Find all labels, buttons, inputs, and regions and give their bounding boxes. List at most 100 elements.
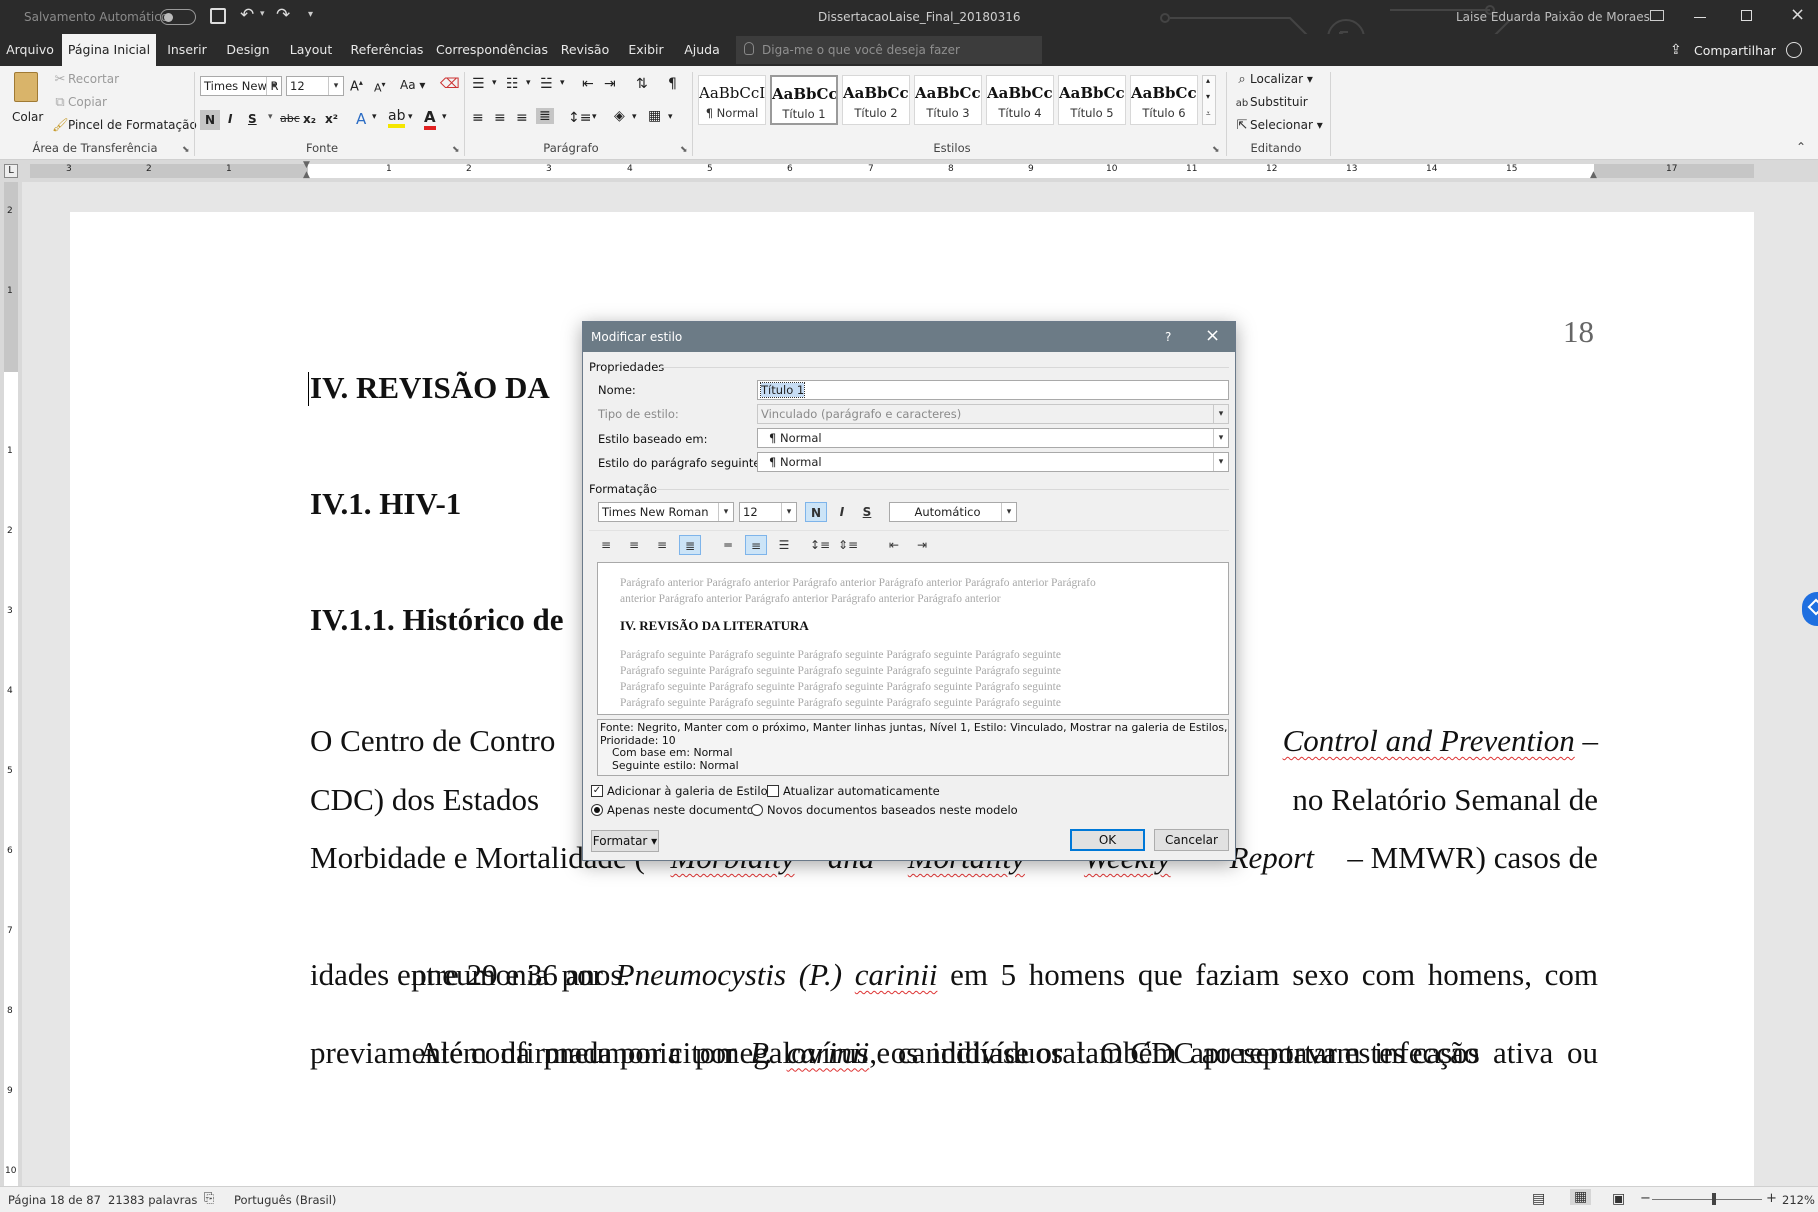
text-effects-icon[interactable]: A [356,110,366,128]
styles-scroll[interactable]: ▴ ▾ ⩡ [1202,75,1216,125]
space-before-icon[interactable]: ↕≡ [809,535,831,555]
styles-more-icon[interactable]: ⩡ [1206,109,1211,119]
styles-up-icon[interactable]: ▴ [1206,76,1210,85]
clear-formatting-icon[interactable]: ⌫ [440,76,460,92]
multilevel-list-icon[interactable]: ☱ [540,76,553,92]
tell-me-box[interactable]: Diga-me o que você deseja fazer [736,36,1042,64]
print-layout-icon[interactable]: ▦ [1570,1189,1592,1205]
tab-pagina-inicial[interactable]: Página Inicial [62,34,156,66]
dialog-increase-indent-icon[interactable]: ⇥ [911,535,933,555]
word-count[interactable]: 21383 palavras [108,1193,197,1207]
read-mode-icon[interactable]: ▤ [1532,1191,1545,1207]
replace-button[interactable]: ab Substituir [1234,95,1308,109]
align-center-icon[interactable]: ≡ [494,110,506,126]
text-effects-dropdown-icon[interactable]: ▾ [372,112,377,122]
subscript-button[interactable]: x₂ [303,112,316,126]
bold-button[interactable]: N [200,110,220,130]
dialog-color-select[interactable]: Automático ▾ [889,502,1017,522]
shading-icon[interactable]: ◈ [614,108,625,124]
change-case-button[interactable]: Aa ▾ [400,78,425,92]
collapse-ribbon-icon[interactable]: ⌃ [1796,140,1806,154]
format-painter-button[interactable]: 🖌Pincel de Formatação [52,118,197,133]
style-normal[interactable]: AaBbCcI ¶ Normal [698,75,766,125]
paste-button[interactable]: Colar [10,70,43,132]
tab-revisao[interactable]: Revisão [554,34,616,66]
auto-update-label[interactable]: Atualizar automaticamente [783,784,940,798]
undo-icon[interactable]: ↶ [240,5,254,25]
find-button[interactable]: ⌕ Localizar ▾ [1234,72,1313,87]
align-right-icon[interactable]: ≡ [516,110,528,126]
decrease-indent-icon[interactable]: ⇤ [582,76,594,92]
styles-launcher-icon[interactable]: ⬊ [1212,145,1220,155]
style-titulo-5[interactable]: AaBbCcl Título 5 [1058,75,1126,125]
maximize-icon[interactable] [1741,10,1752,21]
tab-correspondencias[interactable]: Correspondências [434,34,550,66]
styles-down-icon[interactable]: ▾ [1206,92,1210,101]
font-name-box[interactable]: Times New R ▾ [200,76,282,96]
tab-exibir[interactable]: Exibir [620,34,672,66]
style-titulo-6[interactable]: AaBbCcl Título 6 [1130,75,1198,125]
add-to-gallery-checkbox[interactable]: ✓ [591,785,603,797]
align-left-icon[interactable]: ≡ [472,110,484,126]
dialog-bold-button[interactable]: N [805,502,827,522]
highlight-dropdown-icon[interactable]: ▾ [408,112,413,122]
shrink-font-button[interactable]: A▾ [374,80,386,95]
paragraph-2[interactable]: Além da pneumonia por P. carinii, os ind… [310,965,1598,1082]
zoom-in-button[interactable]: + [1766,1191,1777,1206]
tab-arquivo[interactable]: Arquivo [0,34,60,66]
tab-inserir[interactable]: Inserir [160,34,214,66]
grow-font-button[interactable]: A▴ [350,78,363,94]
dialog-align-right-icon[interactable]: ≡ [651,535,673,555]
vertical-ruler[interactable]: 2 1 1 2 3 4 5 6 7 8 9 10 [0,182,22,1186]
single-spacing-icon[interactable]: ═ [717,535,739,555]
style-titulo-1[interactable]: AaBbCclTítulo 1 [770,75,838,125]
numbering-icon[interactable]: ☷ [506,76,519,92]
increase-indent-icon[interactable]: ⇥ [604,76,616,92]
tab-design[interactable]: Design [218,34,278,66]
bullets-dropdown-icon[interactable]: ▾ [492,78,497,88]
left-indent-icon[interactable]: ▲ [303,170,310,180]
tab-referencias[interactable]: Referências [344,34,430,66]
dialog-italic-button[interactable]: I [831,502,853,522]
style-titulo-2[interactable]: AaBbCcl Título 2 [842,75,910,125]
minimize-icon[interactable] [1694,17,1706,18]
customize-qat-icon[interactable]: ▾ [308,9,313,20]
double-spacing-icon[interactable]: ☰ [773,535,795,555]
underline-dropdown-icon[interactable]: ▾ [268,112,273,122]
copy-button[interactable]: ⧉ Copiar [52,95,107,110]
only-this-document-radio[interactable] [591,804,603,816]
save-icon[interactable] [210,8,226,24]
ribbon-display-icon[interactable] [1650,10,1664,21]
based-on-select[interactable]: ¶ Normal ▾ [757,428,1229,448]
smiley-icon[interactable] [1786,42,1802,58]
highlight-icon[interactable]: ab [388,108,406,128]
horizontal-ruler[interactable]: L ▼ ▲ ▲ 3 2 1 1 2 3 4 5 6 7 8 9 10 11 12… [0,160,1818,182]
line-spacing-icon[interactable]: ↕≡ [568,110,591,126]
line-spacing-dropdown-icon[interactable]: ▾ [592,112,597,122]
space-after-icon[interactable]: ⇕≡ [837,535,859,555]
dialog-close-icon[interactable]: × [1205,321,1220,351]
zoom-slider-thumb[interactable] [1712,1193,1716,1205]
dialog-decrease-indent-icon[interactable]: ⇤ [883,535,905,555]
style-name-input[interactable]: Título 1 [757,380,1229,400]
share-button[interactable]: Compartilhar [1694,43,1776,58]
underline-button[interactable]: S [248,112,257,126]
format-button[interactable]: Formatar ▾ [591,830,659,852]
right-indent-icon[interactable]: ▲ [1590,170,1597,180]
select-button[interactable]: ⇱ Selecionar ▾ [1234,118,1323,133]
web-layout-icon[interactable]: ▣ [1612,1191,1625,1207]
help-button[interactable]: ? [1165,322,1171,352]
clipboard-launcher-icon[interactable]: ⬊ [182,145,190,155]
add-to-gallery-label[interactable]: Adicionar à galeria de Estilos [607,784,774,798]
sort-icon[interactable]: ⇅ [636,76,648,92]
show-formatting-marks-icon[interactable]: ¶ [668,76,677,92]
dialog-size-select[interactable]: 12 ▾ [739,502,797,522]
ok-button[interactable]: OK [1070,829,1145,851]
dialog-font-select[interactable]: Times New Roman ▾ [598,502,734,522]
one-half-spacing-icon[interactable]: ≡ [745,535,767,555]
tab-layout[interactable]: Layout [282,34,340,66]
dialog-underline-button[interactable]: S [856,502,878,522]
superscript-button[interactable]: x² [325,112,338,126]
bullets-icon[interactable]: ☰ [472,76,485,92]
autosave-toggle[interactable] [160,9,196,25]
